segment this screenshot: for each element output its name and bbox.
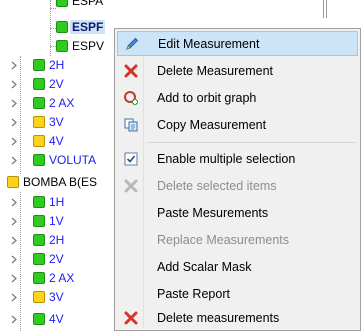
menu-item-add-scalar-mask[interactable]: Add Scalar Mask (117, 254, 358, 279)
menu-item-label: Delete Measurement (157, 63, 274, 78)
menu-item-label: Paste Mesurements (157, 205, 269, 220)
status-square-icon (33, 291, 45, 303)
menu-item-label: Delete selected items (157, 178, 277, 193)
node-label: 2 AX (49, 271, 75, 285)
node-label: BOMBA B(ES (23, 175, 98, 189)
expand-chevron-icon[interactable] (9, 78, 19, 90)
menu-item-label: Copy Measurement (157, 117, 267, 132)
tree-node[interactable]: 1H (33, 193, 64, 211)
node-label: VOLUTA (49, 153, 97, 167)
status-square-icon (7, 176, 19, 188)
gray-x-icon (121, 176, 141, 196)
node-label: 4V (49, 134, 64, 148)
menu-item-enable-multiple-selection[interactable]: Enable multiple selection (117, 146, 358, 171)
expand-chevron-icon[interactable] (9, 154, 19, 166)
expand-chevron-icon[interactable] (9, 291, 19, 303)
expand-chevron-icon[interactable] (9, 196, 19, 208)
tree-node[interactable]: 2V (33, 250, 64, 268)
node-label: 1H (49, 195, 65, 209)
status-square-icon (56, 0, 68, 7)
context-menu: Edit Measurement Delete Measurement Add … (114, 28, 361, 331)
menu-item-copy-measurement[interactable]: Copy Measurement (117, 112, 358, 137)
status-square-icon (33, 313, 45, 325)
menu-separator (147, 142, 356, 143)
tree-node[interactable]: 1V (33, 212, 64, 230)
status-square-icon (33, 135, 45, 147)
menu-item-add-to-orbit-graph[interactable]: Add to orbit graph (117, 85, 358, 110)
tree-node-espa[interactable]: ESPA (56, 0, 103, 10)
node-label: 2V (49, 252, 64, 266)
status-square-icon (33, 196, 45, 208)
node-label: 3V (49, 115, 64, 129)
status-square-icon (56, 21, 68, 33)
status-square-icon (33, 97, 45, 109)
expand-chevron-icon[interactable] (9, 116, 19, 128)
node-label: ESPF (70, 20, 106, 34)
tree-node[interactable]: 2 AX (33, 94, 74, 112)
expand-chevron-icon[interactable] (9, 253, 19, 265)
orbit-graph-icon (121, 88, 141, 108)
menu-item-delete-selected-items[interactable]: Delete selected items (117, 173, 358, 198)
menu-item-label: Replace Measurements (157, 232, 290, 247)
status-square-icon (33, 78, 45, 90)
tree-node[interactable]: 2H (33, 56, 64, 74)
node-label: 3V (49, 290, 64, 304)
status-square-icon (33, 154, 45, 166)
node-label: ESPA (72, 0, 104, 8)
copy-icon (121, 115, 141, 135)
menu-item-delete-measurements[interactable]: Delete measurements (117, 305, 358, 330)
menu-item-label: Paste Report (157, 286, 230, 301)
menu-item-label: Edit Measurement (158, 36, 260, 51)
menu-item-paste-mesurements[interactable]: Paste Mesurements (117, 200, 358, 225)
status-square-icon (33, 253, 45, 265)
expand-chevron-icon[interactable] (9, 135, 19, 147)
checkbox-checked-icon (121, 149, 141, 169)
tree-node[interactable]: 2H (33, 231, 64, 249)
pencil-icon (122, 34, 142, 54)
node-label: 2H (49, 233, 65, 247)
status-square-icon (33, 215, 45, 227)
node-label: 4V (49, 312, 64, 326)
node-label: ESPV (72, 39, 105, 53)
menu-item-label: Add to orbit graph (157, 90, 257, 105)
tree-node[interactable]: 4V (33, 132, 64, 150)
tree-node[interactable]: 2 AX (33, 269, 74, 287)
status-square-icon (33, 116, 45, 128)
red-x-icon (121, 61, 141, 81)
node-label: 1V (49, 214, 64, 228)
tree-guide-line (20, 56, 21, 174)
node-label: 2 AX (49, 96, 75, 110)
status-square-icon (56, 40, 68, 52)
menu-item-paste-report[interactable]: Paste Report (117, 281, 358, 306)
node-label: 2V (49, 77, 64, 91)
tree-node[interactable]: 3V (33, 113, 64, 131)
menu-item-label: Add Scalar Mask (157, 259, 252, 274)
node-label: 2H (49, 58, 65, 72)
status-square-icon (33, 234, 45, 246)
tree-node-parent[interactable]: BOMBA B(ES (7, 173, 97, 191)
expand-chevron-icon[interactable] (9, 272, 19, 284)
tree-node[interactable]: VOLUTA (33, 151, 96, 169)
tree-node[interactable]: 4V (33, 310, 64, 328)
expand-chevron-icon[interactable] (9, 215, 19, 227)
tree-guide-line (20, 192, 21, 331)
app-window: ESPA ESPF ESPV 2H 2V 2 AX 3V 4V VOLUTA B… (0, 0, 361, 331)
menu-item-label: Enable multiple selection (157, 151, 296, 166)
expand-chevron-icon[interactable] (9, 59, 19, 71)
panel-splitter[interactable] (323, 0, 327, 18)
tree-node-espv[interactable]: ESPV (56, 37, 104, 55)
menu-item-delete-measurement[interactable]: Delete Measurement (117, 58, 358, 83)
expand-chevron-icon[interactable] (9, 97, 19, 109)
menu-item-label: Delete measurements (157, 310, 280, 325)
menu-item-edit-measurement[interactable]: Edit Measurement (117, 31, 358, 56)
status-square-icon (33, 272, 45, 284)
status-square-icon (33, 59, 45, 71)
tree-node[interactable]: 2V (33, 75, 64, 93)
tree-node-espf-selected[interactable]: ESPF (56, 18, 106, 36)
expand-chevron-icon[interactable] (9, 313, 19, 325)
red-x-icon (121, 308, 141, 328)
menu-item-replace-measurements[interactable]: Replace Measurements (117, 227, 358, 252)
expand-chevron-icon[interactable] (9, 234, 19, 246)
tree-node[interactable]: 3V (33, 288, 64, 306)
